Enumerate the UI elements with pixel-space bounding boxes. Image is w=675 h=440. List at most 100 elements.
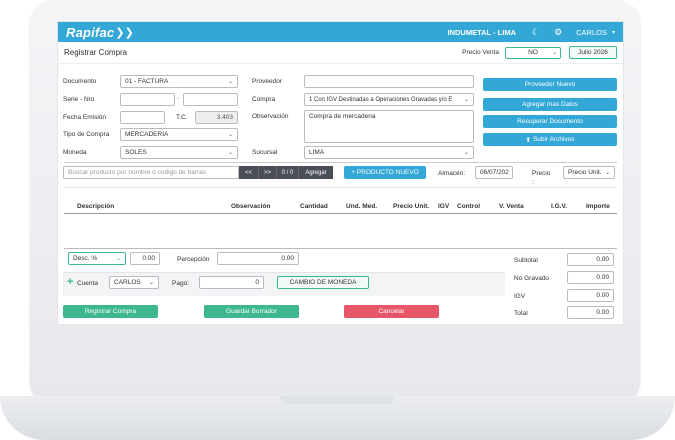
observacion-textarea[interactable]: Compra de mercaderia: [304, 110, 474, 143]
col-v-venta: V. Venta: [499, 203, 524, 210]
subtotal-value: 0.00: [567, 253, 614, 266]
percepcion-label: Percepción: [177, 256, 210, 263]
laptop-base: [0, 396, 675, 440]
fecha-label: Fecha Emisión: [63, 114, 106, 121]
col-observacion: Observación: [231, 203, 271, 210]
col-und-med: Und. Med.: [346, 203, 378, 210]
search-placeholder: Buscar producto por nombre o codigo de b…: [68, 169, 207, 176]
tipo-compra-value: MERCADERIA: [125, 131, 169, 138]
moon-icon[interactable]: ☾: [532, 27, 540, 38]
tipo-compra-label: Tipo de Compra: [63, 131, 110, 138]
precio-label: Precio :: [532, 170, 551, 186]
moneda-select[interactable]: SOLES ⌄: [120, 146, 238, 159]
subir-archivos-button[interactable]: ⬆ Subir Archivos: [483, 133, 617, 146]
observacion-label: Observación: [252, 113, 289, 120]
serie-input[interactable]: [120, 93, 175, 106]
precio-select[interactable]: Precio Unit. ⌄: [563, 166, 615, 179]
producto-nuevo-button[interactable]: + PRODUCTO NUEVO: [344, 166, 426, 179]
descuento-input[interactable]: 0.00: [130, 252, 160, 265]
sucursal-select[interactable]: LIMA ⌄: [304, 146, 474, 159]
chevron-down-icon: ⌄: [227, 150, 233, 156]
cuenta-select[interactable]: CARLOS ⌄: [109, 276, 159, 289]
upload-icon: ⬆: [525, 136, 531, 144]
subtotal-label: Subtotal: [514, 257, 538, 264]
chevron-down-icon: ⌄: [227, 79, 233, 85]
chevron-down-icon: ⌄: [551, 50, 557, 56]
top-bar: Rapifac ❯❯ INDUMETAL - LIMA ☾ ⚙ CARLOS ▾: [58, 22, 623, 42]
compra-select[interactable]: 1 Con IGV Destinadas a Operaciones Grava…: [304, 93, 474, 106]
col-descripcion: Descripción: [77, 203, 115, 210]
no-gravado-value: 0.00: [567, 271, 614, 284]
col-cantidad: Cantidad: [300, 203, 328, 210]
serie-separator: -: [177, 95, 180, 102]
tc-input: 3.403: [195, 111, 238, 124]
company-name: INDUMETAL - LIMA: [447, 27, 516, 37]
total-label: Total: [514, 310, 528, 317]
user-menu[interactable]: CARLOS: [576, 28, 607, 37]
cuenta-label: Cuenta: [77, 280, 98, 287]
descuento-label: Desc. %: [73, 255, 98, 262]
fecha-input[interactable]: [120, 111, 165, 124]
period-button[interactable]: Julio 2026: [569, 46, 617, 59]
igv-label: IGV: [514, 293, 526, 300]
product-search-input[interactable]: Buscar producto por nombre o codigo de b…: [63, 166, 239, 179]
precio-venta-value: NO: [528, 49, 538, 56]
chevron-down-icon: ⌄: [463, 150, 469, 156]
precio-value: Precio Unit.: [568, 169, 602, 176]
chevron-down-icon: ⌄: [604, 170, 610, 176]
logo-chevrons-icon: ❯❯: [115, 26, 134, 39]
chevron-down-icon: ⌄: [148, 280, 154, 286]
pago-label: Pago:: [172, 280, 189, 287]
registrar-compra-button[interactable]: Registrar Compra: [63, 305, 158, 318]
col-precio-unit: Precio Unit.: [393, 203, 430, 210]
prev-button[interactable]: <<: [239, 166, 259, 179]
compra-label: Compra: [252, 96, 276, 103]
agregar-button[interactable]: Agregar: [299, 166, 333, 179]
compra-value: 1 Con IGV Destinadas a Operaciones Grava…: [309, 96, 453, 103]
moneda-value: SOLES: [125, 149, 147, 156]
chevron-down-icon[interactable]: ▾: [612, 29, 615, 36]
chevron-down-icon: ⌄: [227, 132, 233, 138]
cancelar-button[interactable]: Cancelar: [344, 305, 439, 318]
cambio-moneda-button[interactable]: CAMBIO DE MONEDA: [277, 276, 369, 289]
page-title: Registrar Compra: [64, 48, 128, 57]
documento-value: 01 - FACTURA: [125, 78, 169, 85]
almacen-label: Almacén:: [438, 170, 466, 177]
chevron-down-icon: ⌄: [115, 256, 121, 262]
add-cuenta-icon[interactable]: +: [67, 276, 73, 288]
tipo-compra-select[interactable]: MERCADERIA ⌄: [120, 128, 238, 141]
proveedor-nuevo-button[interactable]: Proveedor Nuevo: [483, 78, 617, 91]
col-importe: Importe: [586, 203, 610, 210]
documento-label: Documento: [63, 78, 97, 85]
guardar-borrador-button[interactable]: Guardar Borrador: [204, 305, 299, 318]
descuento-select[interactable]: Desc. % ⌄: [68, 252, 126, 265]
igv-value: 0.00: [567, 289, 614, 302]
recuperar-documento-button[interactable]: Recuperar Documento: [483, 115, 617, 128]
pago-input[interactable]: 0: [199, 276, 264, 289]
page-header: Registrar Compra Precio Venta NO ⌄ Julio…: [58, 42, 623, 64]
subir-archivos-label: Subir Archivos: [532, 136, 575, 143]
moneda-label: Moneda: [63, 149, 87, 156]
documento-select[interactable]: 01 - FACTURA ⌄: [120, 75, 238, 88]
app-logo: Rapifac: [66, 24, 115, 40]
divider: [64, 187, 617, 188]
numero-input[interactable]: [183, 93, 238, 106]
result-counter: 0 / 0: [277, 166, 299, 179]
next-button[interactable]: >>: [259, 166, 277, 179]
table-footer-border: [64, 248, 617, 249]
observacion-value: Compra de mercaderia: [309, 113, 376, 120]
col-igv-amount: I.G.V.: [551, 203, 568, 210]
gear-icon[interactable]: ⚙: [554, 27, 562, 38]
almacen-input[interactable]: 06/07/202: [475, 166, 513, 179]
percepcion-input[interactable]: 0.00: [217, 252, 299, 265]
agregar-datos-button[interactable]: Agregar mas Datos: [483, 98, 617, 111]
precio-venta-select[interactable]: NO ⌄: [505, 46, 561, 59]
chevron-down-icon: ⌄: [463, 97, 469, 103]
col-control: Control: [457, 203, 481, 210]
divider: [64, 162, 617, 163]
total-value: 0.00: [567, 306, 614, 319]
sucursal-value: LIMA: [309, 149, 325, 156]
proveedor-label: Proveedor: [252, 78, 282, 85]
proveedor-input[interactable]: [304, 75, 474, 88]
col-igv: IGV: [438, 203, 450, 210]
